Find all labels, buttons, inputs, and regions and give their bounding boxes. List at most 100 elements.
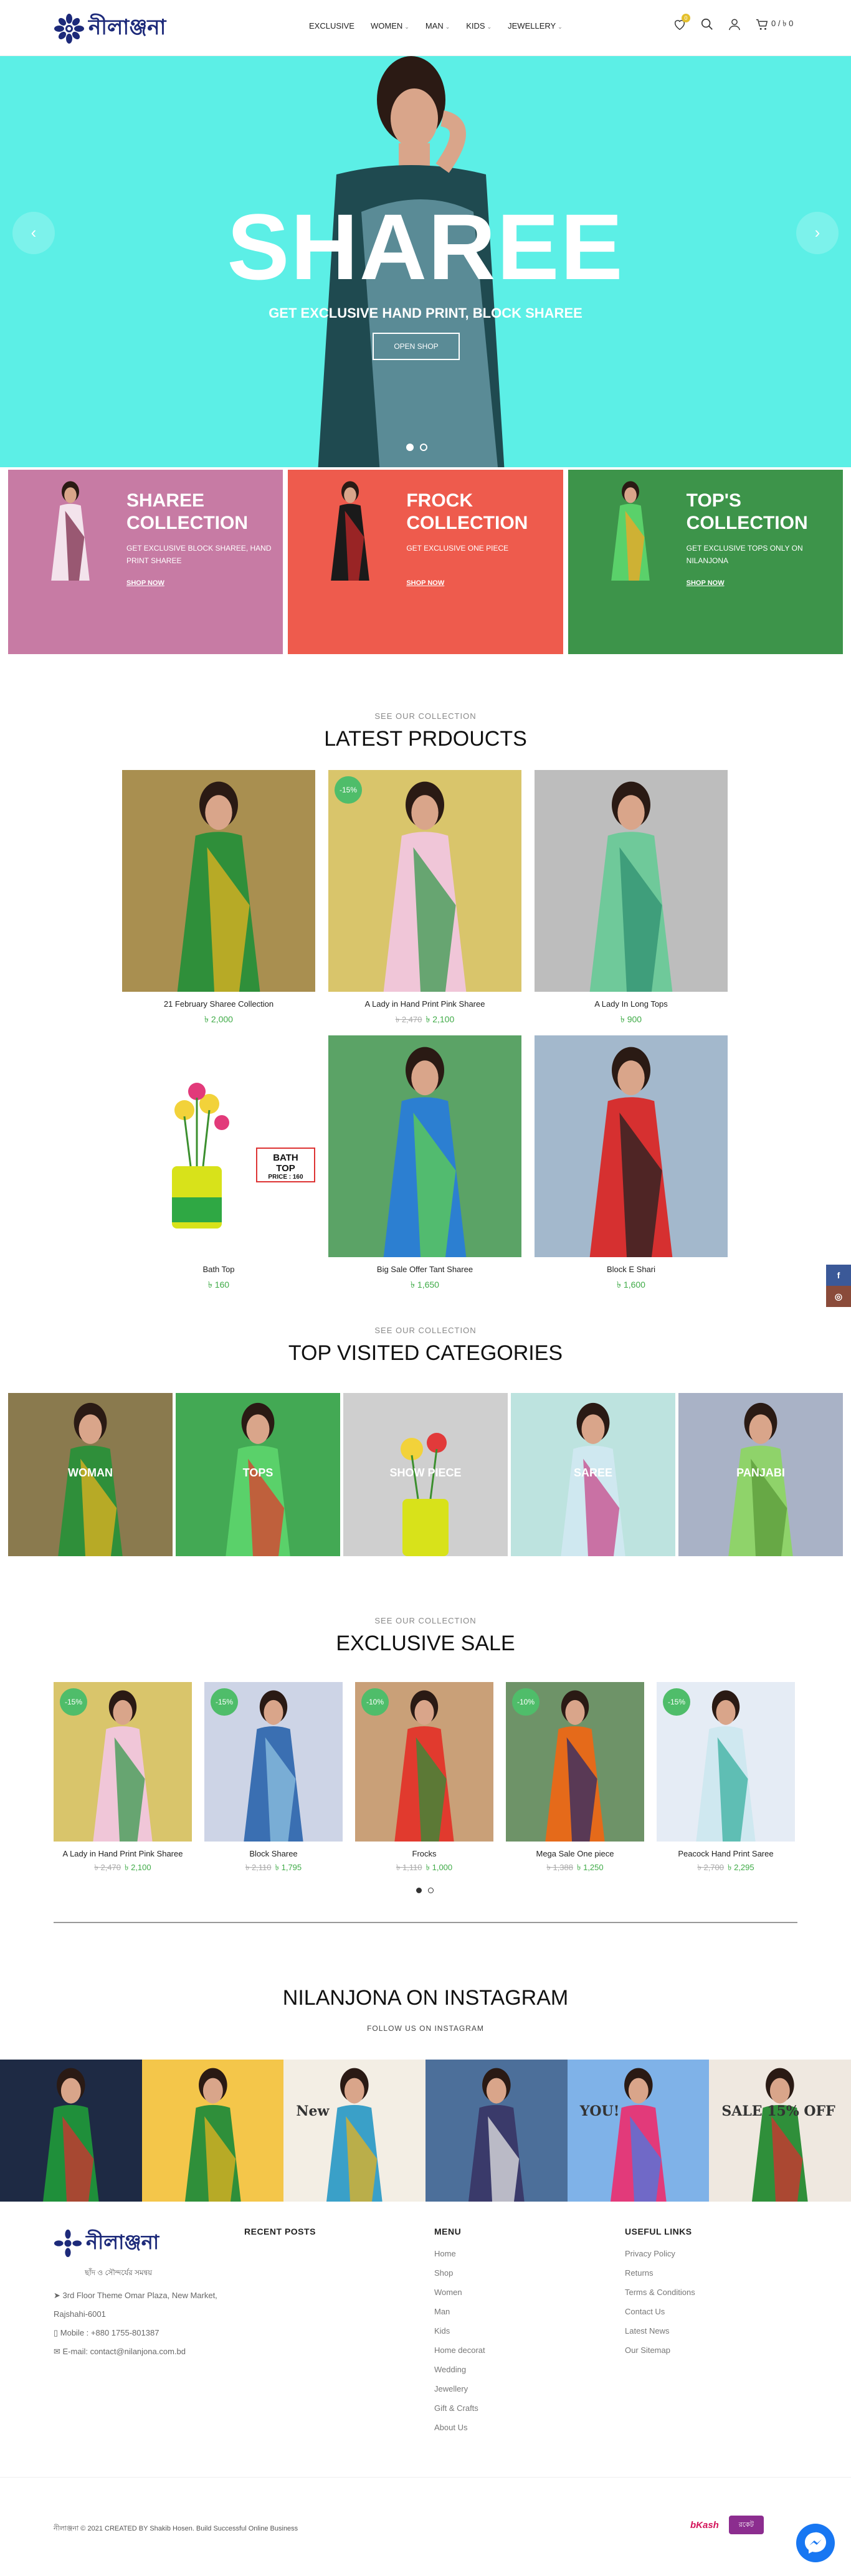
messenger-chat-button[interactable]	[796, 2524, 835, 2562]
product-card[interactable]: -10% Frocks ৳ 1,110 ৳ 1,000	[355, 1682, 493, 1875]
carousel-dot[interactable]	[416, 1888, 422, 1893]
instagram-post[interactable]	[426, 2060, 568, 2202]
post-caption: YOU!	[579, 2103, 620, 2119]
footer-menu-link[interactable]: Shop	[434, 2268, 485, 2278]
product-card[interactable]: -15% Block Sharee ৳ 2,110 ৳ 1,795	[204, 1682, 343, 1875]
category-saree[interactable]: SAREE	[511, 1393, 675, 1556]
category-woman[interactable]: WOMAN	[8, 1393, 173, 1556]
product-image[interactable]	[535, 1035, 728, 1257]
product-name[interactable]: Block E Shari	[535, 1265, 728, 1274]
banner-1[interactable]: FROCK COLLECTION GET EXCLUSIVE ONE PIECE S…	[288, 470, 563, 654]
footer-useful-link[interactable]: Latest News	[625, 2326, 695, 2336]
product-name[interactable]: A Lady in Hand Print Pink Sharee	[54, 1849, 192, 1858]
product-name[interactable]: 21 February Sharee Collection	[122, 999, 315, 1009]
site-logo[interactable]: নীলাঞ্জনা	[54, 11, 172, 46]
category-tops[interactable]: TOPS	[176, 1393, 340, 1556]
product-image[interactable]: -15%	[204, 1682, 343, 1842]
slider-dot[interactable]	[420, 444, 427, 451]
shop-now-link[interactable]: SHOP NOW	[687, 579, 725, 587]
open-shop-button[interactable]: OPEN SHOP	[373, 333, 460, 360]
nav-item-kids[interactable]: KIDS ⌄	[466, 21, 492, 31]
nav-item-exclusive[interactable]: EXCLUSIVE	[309, 21, 354, 31]
footer-menu-link[interactable]: Wedding	[434, 2365, 485, 2374]
instagram-post[interactable]: SALE 15% OFF	[709, 2060, 851, 2202]
product-image[interactable]	[122, 770, 315, 992]
old-price: ৳ 2,470	[395, 1015, 422, 1024]
product-card[interactable]: Big Sale Offer Tant Sharee ৳ 1,650	[328, 1035, 521, 1293]
product-name[interactable]: Block Sharee	[204, 1849, 343, 1858]
footer-menu-link[interactable]: Gift & Crafts	[434, 2403, 485, 2413]
product-image[interactable]	[328, 1035, 521, 1257]
footer-mobile: ▯ Mobile : +880 1755-801387	[54, 2324, 240, 2342]
instagram-icon[interactable]: ◎	[826, 1286, 851, 1307]
payment-methods: bKash রকেট	[690, 2516, 764, 2534]
product-card[interactable]: BATH TOP PRICE : 160 Bath Top ৳ 160	[122, 1035, 315, 1293]
product-card[interactable]: -10% Mega Sale One piece ৳ 1,388 ৳ 1,250	[506, 1682, 644, 1875]
discount-badge: -10%	[512, 1688, 540, 1716]
nav-item-women[interactable]: WOMEN ⌄	[371, 21, 409, 31]
product-card[interactable]: -15% A Lady in Hand Print Pink Sharee ৳ 2,…	[328, 770, 521, 1027]
shop-now-link[interactable]: SHOP NOW	[406, 579, 444, 587]
carousel-dot[interactable]	[428, 1888, 434, 1893]
product-name[interactable]: Big Sale Offer Tant Sharee	[328, 1265, 521, 1274]
product-image[interactable]: -10%	[355, 1682, 493, 1842]
product-image[interactable]: BATH TOP PRICE : 160	[122, 1035, 315, 1257]
section-title: LATEST PRDOUCTS	[324, 727, 527, 751]
footer-menu-link[interactable]: Kids	[434, 2326, 485, 2336]
footer-menu-link[interactable]: About Us	[434, 2423, 485, 2432]
product-image[interactable]: -15%	[328, 770, 521, 992]
footer-useful-link[interactable]: Terms & Conditions	[625, 2288, 695, 2297]
product-name[interactable]: A Lady In Long Tops	[535, 999, 728, 1009]
banner-title: TOP'S COLLECTION	[686, 490, 808, 533]
product-photo	[611, 481, 650, 581]
category-show-piece[interactable]: SHOW PIECE	[343, 1393, 508, 1556]
wishlist-button[interactable]: 0	[673, 14, 690, 31]
nav-item-man[interactable]: MAN ⌄	[426, 21, 450, 31]
cart-button[interactable]: 0 / ৳ 0	[755, 17, 793, 31]
chevron-down-icon: ⌄	[558, 24, 563, 30]
footer-logo[interactable]: নীলাঞ্জনা	[54, 2227, 240, 2260]
footer-useful-link[interactable]: Contact Us	[625, 2307, 695, 2316]
banner-2[interactable]: TOP'S COLLECTION GET EXCLUSIVE TOPS ONLY …	[568, 470, 843, 654]
instagram-post[interactable]	[141, 2060, 284, 2202]
category-panjabi[interactable]: PANJABI	[678, 1393, 843, 1556]
banner-0[interactable]: SHAREE COLLECTION GET EXCLUSIVE BLOCK SHA…	[8, 470, 283, 654]
nav-item-jewellery[interactable]: JEWELLERY ⌄	[508, 21, 563, 31]
email-text[interactable]: E-mail: contact@nilanjona.com.bd	[63, 2347, 186, 2356]
footer-useful-link[interactable]: Privacy Policy	[625, 2249, 695, 2258]
search-button[interactable]	[700, 17, 714, 31]
product-card[interactable]: 21 February Sharee Collection ৳ 2,000	[122, 770, 315, 1027]
instagram-post[interactable]: New	[283, 2060, 426, 2202]
instagram-title: NILANJONA ON INSTAGRAM	[282, 1986, 569, 2010]
product-card[interactable]: A Lady In Long Tops ৳ 900	[535, 770, 728, 1027]
slider-prev-button[interactable]: ‹	[12, 212, 55, 254]
account-button[interactable]	[728, 17, 741, 31]
footer-useful-link[interactable]: Our Sitemap	[625, 2345, 695, 2355]
product-card[interactable]: -15% Peacock Hand Print Saree ৳ 2,700 ৳ 2,2…	[657, 1682, 795, 1875]
shop-now-link[interactable]: SHOP NOW	[126, 579, 164, 587]
footer-menu-link[interactable]: Jewellery	[434, 2384, 485, 2393]
instagram-post[interactable]: YOU!	[567, 2060, 710, 2202]
footer-address: ➤ 3rd Floor Theme Omar Plaza, New Market…	[54, 2286, 240, 2324]
footer-menu-link[interactable]: Home decorat	[434, 2345, 485, 2355]
logo-flower-icon	[54, 2229, 82, 2258]
slider-dot[interactable]	[406, 444, 414, 451]
footer-menu-link[interactable]: Man	[434, 2307, 485, 2316]
product-name[interactable]: Mega Sale One piece	[506, 1849, 644, 1858]
product-image[interactable]: -10%	[506, 1682, 644, 1842]
product-image[interactable]	[535, 770, 728, 992]
product-image[interactable]: -15%	[54, 1682, 192, 1842]
facebook-icon[interactable]: f	[826, 1265, 851, 1286]
product-card[interactable]: Block E Shari ৳ 1,600	[535, 1035, 728, 1293]
instagram-post[interactable]	[0, 2060, 142, 2202]
product-name[interactable]: A Lady in Hand Print Pink Sharee	[328, 999, 521, 1009]
product-name[interactable]: Bath Top	[122, 1265, 315, 1274]
footer-useful-link[interactable]: Returns	[625, 2268, 695, 2278]
product-card[interactable]: -15% A Lady in Hand Print Pink Sharee ৳ 2,…	[54, 1682, 192, 1875]
product-name[interactable]: Frocks	[355, 1849, 493, 1858]
footer-menu-link[interactable]: Women	[434, 2288, 485, 2297]
product-image[interactable]: -15%	[657, 1682, 795, 1842]
product-name[interactable]: Peacock Hand Print Saree	[657, 1849, 795, 1858]
footer-menu-link[interactable]: Home	[434, 2249, 485, 2258]
slider-next-button[interactable]: ›	[796, 212, 839, 254]
